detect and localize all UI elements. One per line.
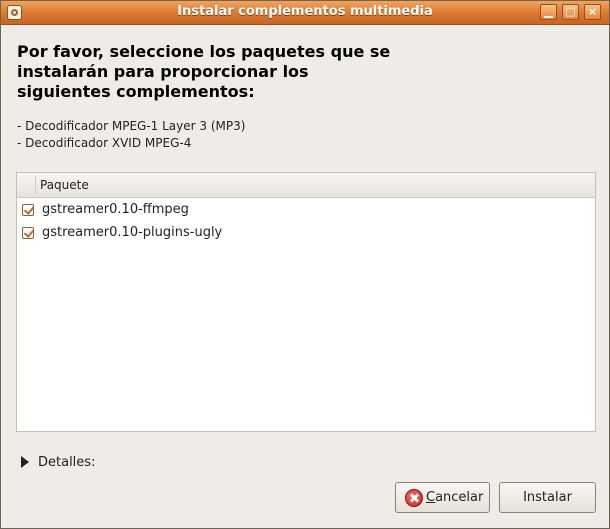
heading-line: instalarán para proporcionar los	[17, 62, 309, 81]
table-row[interactable]: gstreamer0.10-plugins-ugly	[17, 222, 595, 244]
close-button[interactable]: ×	[584, 4, 601, 20]
package-checkbox[interactable]	[22, 204, 34, 216]
minimize-icon: ▁	[544, 5, 553, 18]
package-checkbox[interactable]	[22, 227, 34, 239]
package-name: gstreamer0.10-plugins-ugly	[42, 225, 223, 240]
install-button[interactable]: Instalar	[499, 482, 596, 513]
heading-line: Por favor, seleccione los paquetes que s…	[17, 42, 391, 61]
cancel-label: Cancelar	[426, 490, 483, 505]
cancel-icon	[405, 489, 423, 507]
heading-line: siguientes complementos:	[17, 82, 255, 101]
cancel-button[interactable]: Cancelar	[395, 482, 490, 513]
maximize-button[interactable]: □	[562, 4, 579, 20]
install-label: Instalar	[523, 490, 572, 505]
table-row[interactable]: gstreamer0.10-ffmpeg	[17, 199, 595, 221]
details-label: Detalles:	[38, 455, 96, 470]
instruction-heading: Por favor, seleccione los paquetes que s…	[17, 42, 417, 102]
list-header: Paquete	[17, 173, 595, 198]
minimize-button[interactable]: ▁	[540, 4, 557, 20]
plugin-item: - Decodificador MPEG-1 Layer 3 (MP3)	[17, 119, 246, 133]
titlebar[interactable]: Instalar complementos multimedia ▁ □ ×	[1, 1, 609, 25]
column-header-package[interactable]: Paquete	[40, 178, 89, 192]
window-title: Instalar complementos multimedia	[177, 4, 433, 19]
cancel-label-rest: ancelar	[435, 490, 484, 505]
cancel-mnemonic: C	[426, 490, 436, 505]
plugin-item: - Decodificador XVID MPEG-4	[17, 136, 192, 150]
package-name: gstreamer0.10-ffmpeg	[42, 202, 189, 217]
maximize-icon: □	[565, 5, 576, 18]
column-separator	[35, 176, 36, 194]
plugin-list: - Decodificador MPEG-1 Layer 3 (MP3) - D…	[17, 118, 245, 152]
expander-arrow-icon	[21, 456, 29, 468]
dialog-window: Instalar complementos multimedia ▁ □ × P…	[0, 0, 610, 529]
package-list[interactable]: Paquete gstreamer0.10-ffmpeg gstreamer0.…	[16, 172, 596, 432]
close-icon: ×	[587, 5, 598, 18]
